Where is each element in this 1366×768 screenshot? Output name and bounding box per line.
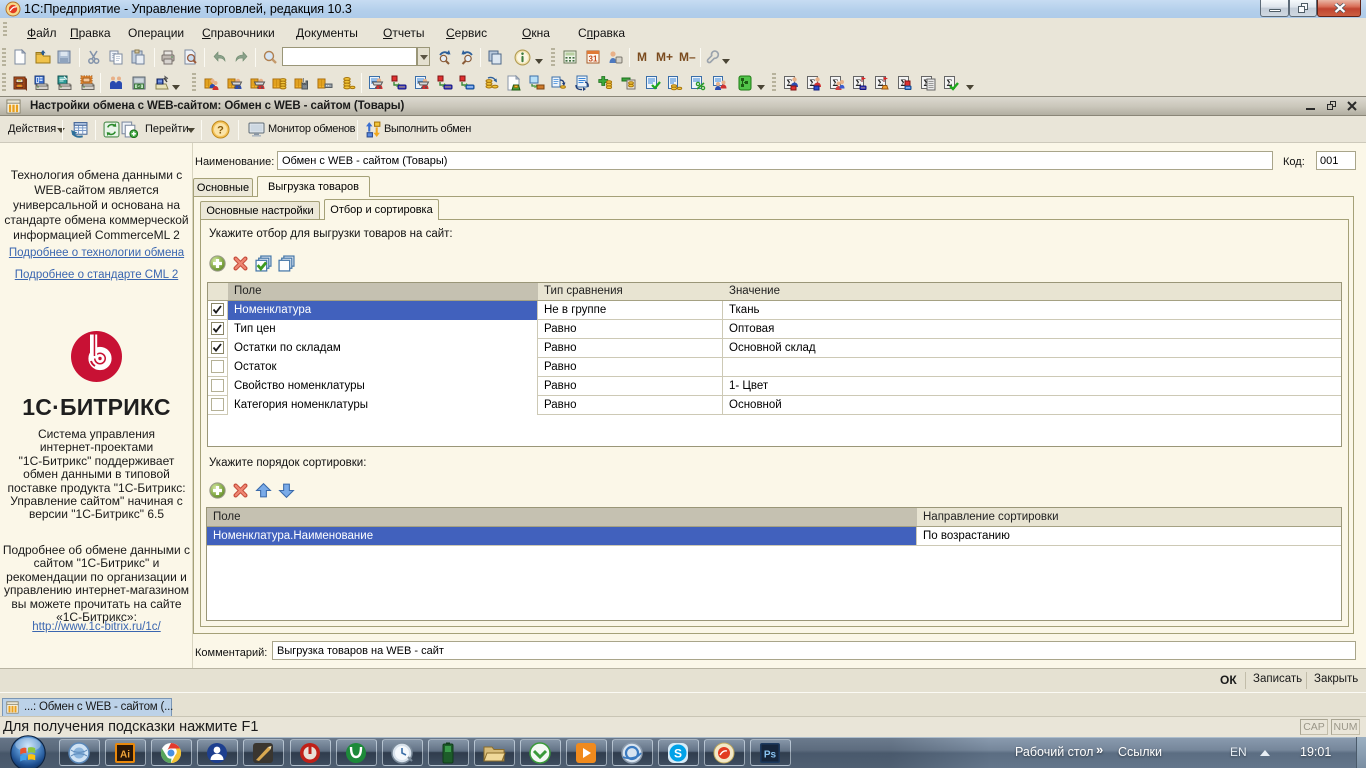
svg-text:Ps: Ps — [764, 750, 777, 761]
svg-text:?: ? — [217, 125, 224, 137]
svg-text:31: 31 — [589, 55, 598, 64]
svg-text:S: S — [674, 747, 682, 761]
svg-text:Ai: Ai — [120, 750, 130, 761]
